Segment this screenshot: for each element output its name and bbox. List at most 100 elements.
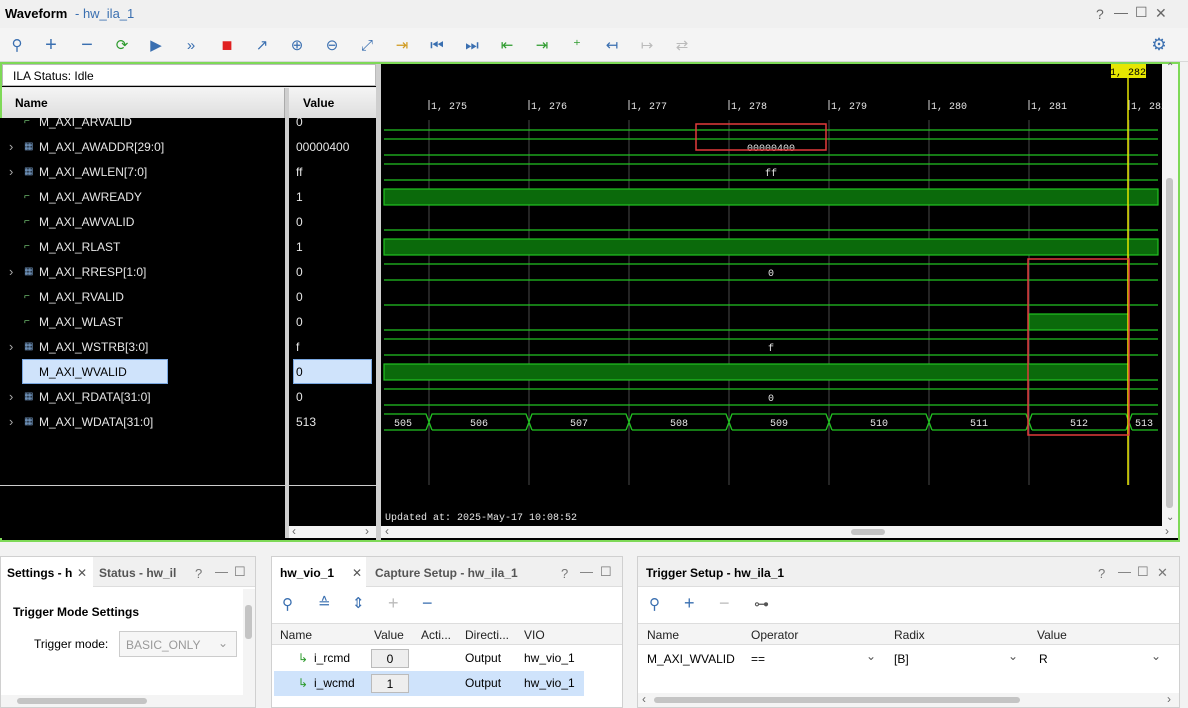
settings-vscroll[interactable] bbox=[243, 589, 255, 695]
maximize-icon[interactable]: ☐ bbox=[1137, 564, 1149, 580]
tab-capture-setup[interactable]: Capture Setup - hw_ila_1 bbox=[375, 566, 518, 580]
trigger-hscroll[interactable]: ‹ › bbox=[638, 692, 1179, 707]
tab-close-icon[interactable]: ✕ bbox=[77, 566, 87, 580]
value-scrollbar[interactable]: ‹ › bbox=[289, 524, 376, 538]
col-action[interactable]: Acti... bbox=[421, 628, 451, 642]
run-immediate-icon[interactable]: » bbox=[180, 34, 202, 56]
add-marker-icon[interactable]: ⁺ bbox=[566, 34, 588, 56]
trigger-hscroll-thumb[interactable] bbox=[654, 697, 1020, 703]
col-radix[interactable]: Radix bbox=[894, 628, 925, 642]
refresh-icon[interactable]: ⟳ bbox=[111, 34, 133, 56]
zoom-out-icon[interactable]: ⊖ bbox=[321, 34, 343, 56]
chevron-down-icon[interactable]: ⌄ bbox=[1151, 649, 1161, 663]
waveform-canvas[interactable]: 1, 275 1, 276 1, 277 1, 278 1, 279 1, 280 1, 2… bbox=[381, 64, 1178, 526]
signal-row[interactable]: › ▦ M_AXI_WSTRB[3:0] bbox=[0, 334, 285, 359]
vio-value-input[interactable]: 1 bbox=[371, 674, 409, 693]
signal-value-row[interactable]: 0 bbox=[289, 259, 376, 284]
vio-row-selected[interactable]: ↳ i_wcmd 1 Output hw_vio_1 bbox=[274, 671, 584, 696]
signal-row[interactable]: ⌐ M_AXI_WLAST bbox=[0, 309, 285, 334]
hscroll-right-icon[interactable]: › bbox=[1165, 524, 1169, 538]
signal-value-row[interactable]: 0 bbox=[289, 309, 376, 334]
trigger-operator-select[interactable]: == bbox=[751, 652, 765, 666]
scroll-down-icon[interactable]: ⌄ bbox=[1166, 512, 1174, 523]
vio-value-input[interactable]: 0 bbox=[371, 649, 409, 668]
signal-value-row[interactable]: 1 bbox=[289, 234, 376, 259]
expand-arrow-icon[interactable]: › bbox=[9, 264, 13, 279]
col-direction[interactable]: Directi... bbox=[465, 628, 509, 642]
maximize-icon[interactable]: ☐ bbox=[1135, 4, 1148, 21]
trigger-radix-select[interactable]: [B] bbox=[894, 652, 909, 666]
col-value[interactable]: Value bbox=[374, 628, 404, 642]
signal-row[interactable]: ⌐ M_AXI_AWVALID bbox=[0, 209, 285, 234]
run-trigger-icon[interactable]: ▶ bbox=[145, 34, 167, 56]
signal-row[interactable]: › ▦ M_AXI_AWADDR[29:0] bbox=[0, 134, 285, 159]
chevron-down-icon[interactable]: ⌄ bbox=[866, 649, 876, 663]
col-value[interactable]: Value bbox=[1037, 628, 1067, 642]
signal-value-row[interactable]: 0 bbox=[289, 209, 376, 234]
tab-hw-vio[interactable]: hw_vio_1 ✕ bbox=[272, 557, 366, 587]
tab-close-icon[interactable]: ✕ bbox=[352, 566, 362, 580]
signal-value-row[interactable]: 0 bbox=[289, 384, 376, 409]
signal-row[interactable]: ⌐M_AXI_WVALID bbox=[0, 359, 285, 384]
go-to-cursor-icon[interactable]: ⇥ bbox=[391, 34, 413, 56]
trigger-mode-select[interactable]: BASIC_ONLY ⌄ bbox=[119, 631, 237, 657]
remove-icon[interactable]: − bbox=[422, 593, 433, 614]
col-name[interactable]: Name bbox=[280, 628, 312, 642]
add-probe-icon[interactable]: + bbox=[684, 593, 695, 614]
tab-settings[interactable]: Settings - h ✕ bbox=[1, 557, 93, 587]
maximize-icon[interactable]: ☐ bbox=[234, 564, 246, 580]
help-icon[interactable]: ? bbox=[1096, 6, 1104, 22]
signal-row[interactable]: › ▦ M_AXI_RDATA[31:0] bbox=[0, 384, 285, 409]
signal-row[interactable]: › ▦ M_AXI_WDATA[31:0] bbox=[0, 409, 285, 434]
col-name[interactable]: Name bbox=[647, 628, 679, 642]
signal-value-row[interactable]: ff bbox=[289, 159, 376, 184]
minimize-icon[interactable]: — bbox=[1114, 4, 1128, 20]
signal-value-row[interactable]: 513 bbox=[289, 409, 376, 434]
chevron-down-icon[interactable]: ⌄ bbox=[1008, 649, 1018, 663]
expand-arrow-icon[interactable]: › bbox=[9, 389, 13, 404]
expand-arrow-icon[interactable]: › bbox=[9, 339, 13, 354]
vscroll-thumb[interactable] bbox=[1166, 178, 1173, 508]
add-icon[interactable]: + bbox=[40, 34, 62, 56]
signal-value-row[interactable]: 0 bbox=[289, 109, 376, 134]
expand-arrow-icon[interactable]: › bbox=[9, 164, 13, 179]
minimize-icon[interactable]: — bbox=[580, 564, 593, 579]
scroll-right-icon[interactable]: › bbox=[365, 524, 369, 538]
signal-row[interactable]: › ▦ M_AXI_AWLEN[7:0] bbox=[0, 159, 285, 184]
signal-row[interactable]: ⌐ M_AXI_RVALID bbox=[0, 284, 285, 309]
signal-row[interactable]: ⌐ M_AXI_ARVALID bbox=[0, 109, 285, 134]
vio-row[interactable]: ↳ i_rcmd 0 Output hw_vio_1 bbox=[272, 646, 584, 671]
waveform-hscroll[interactable]: ‹ › bbox=[381, 524, 1178, 538]
scroll-left-icon[interactable]: ‹ bbox=[642, 692, 646, 706]
settings-hscroll[interactable] bbox=[1, 695, 255, 707]
signal-row[interactable]: › ▦ M_AXI_RRESP[1:0] bbox=[0, 259, 285, 284]
signal-value-row[interactable]: 1 bbox=[289, 184, 376, 209]
stop-icon[interactable]: ■ bbox=[216, 34, 238, 56]
previous-marker-icon[interactable]: ↤ bbox=[601, 34, 623, 56]
go-to-start-icon[interactable]: ⏮ bbox=[426, 34, 448, 56]
hscroll-thumb[interactable] bbox=[851, 529, 885, 535]
logic-gate-icon[interactable]: ⊶ bbox=[754, 595, 769, 613]
column-splitter[interactable] bbox=[285, 88, 289, 538]
tab-status[interactable]: Status - hw_il bbox=[99, 566, 176, 580]
zoom-in-icon[interactable]: ⊕ bbox=[286, 34, 308, 56]
maximize-icon[interactable]: ☐ bbox=[600, 564, 612, 580]
expand-arrow-icon[interactable]: › bbox=[9, 414, 13, 429]
collapse-all-icon[interactable]: ≙ bbox=[318, 594, 331, 612]
signal-value-row[interactable]: 0 bbox=[289, 284, 376, 309]
signal-value-row[interactable]: 0 bbox=[289, 359, 376, 384]
close-icon[interactable]: ✕ bbox=[1157, 565, 1168, 581]
settings-vscroll-thumb[interactable] bbox=[245, 605, 252, 639]
close-icon[interactable]: ✕ bbox=[1155, 5, 1167, 22]
help-icon[interactable]: ? bbox=[561, 566, 568, 581]
search-icon[interactable]: ⚲ bbox=[6, 34, 28, 56]
help-icon[interactable]: ? bbox=[195, 566, 202, 581]
scroll-left-icon[interactable]: ‹ bbox=[292, 524, 296, 538]
scroll-right-icon[interactable]: › bbox=[1167, 692, 1171, 706]
export-icon[interactable]: ↗ bbox=[251, 34, 273, 56]
gear-icon[interactable]: ⚙ bbox=[1148, 34, 1170, 56]
minimize-icon[interactable]: — bbox=[215, 564, 228, 579]
go-to-end-icon[interactable]: ⏭ bbox=[461, 34, 483, 56]
expand-arrow-icon[interactable]: › bbox=[9, 139, 13, 154]
signal-row[interactable]: ⌐ M_AXI_AWREADY bbox=[0, 184, 285, 209]
